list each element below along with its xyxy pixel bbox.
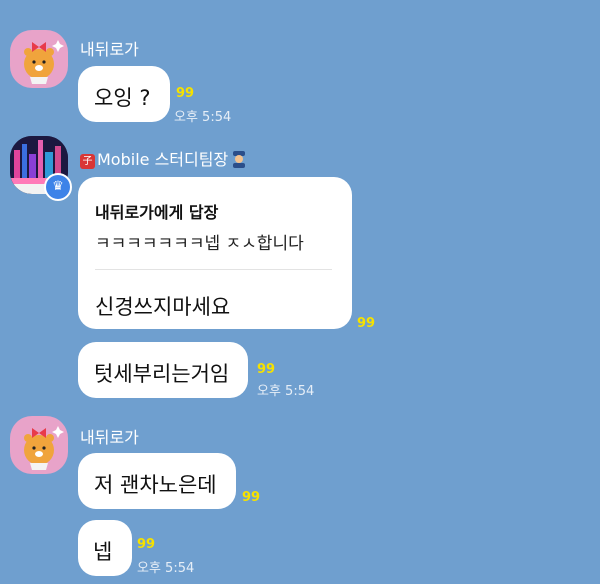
message-text: 저 괜차노은데 [94,473,217,497]
message-bubble[interactable]: 넵 [78,520,132,576]
message-text: 넵 [93,540,113,564]
unread-count: 99 [257,362,276,377]
reply-target-title: 내뒤로가에게 답장 [95,203,219,222]
crown-icon: ♛ [44,173,72,201]
message-bubble[interactable]: 저 괜차노은데 [78,453,236,509]
quoted-message[interactable]: ㅋㅋㅋㅋㅋㅋㅋ넵 ㅈㅅ합니다 [95,229,304,254]
ryan-character-icon [24,40,64,84]
message-text: 오잉 ? [94,86,151,110]
timestamp: 오후 5:54 [174,110,232,125]
sender-name: 내뒤로가 [80,428,139,447]
avatar-naedwiroga[interactable] [10,416,68,474]
ryan-character-icon [24,426,64,470]
red-badge-icon: 子 [80,154,95,169]
sender-name: 내뒤로가 [80,40,139,59]
message-bubble[interactable]: 오잉 ? [78,66,170,122]
unread-count: 99 [357,316,376,331]
unread-count: 99 [176,86,195,101]
avatar-naedwiroga[interactable] [10,30,68,88]
message-text: 텃세부리는거임 [94,362,230,386]
unread-count: 99 [137,537,156,552]
sender-name: 子 Mobile 스터디팀장 [80,146,248,170]
timestamp: 오후 5:54 [257,384,315,399]
message-bubble[interactable]: 텃세부리는거임 [78,342,248,398]
message-text: 신경쓰지마세요 [95,295,231,319]
timestamp: 오후 5:54 [137,561,195,576]
reply-divider [95,269,332,270]
reply-bubble[interactable]: 내뒤로가에게 답장 ㅋㅋㅋㅋㅋㅋㅋ넵 ㅈㅅ합니다 신경쓰지마세요 [78,177,352,329]
unread-count: 99 [242,490,261,505]
police-officer-icon [233,151,246,168]
